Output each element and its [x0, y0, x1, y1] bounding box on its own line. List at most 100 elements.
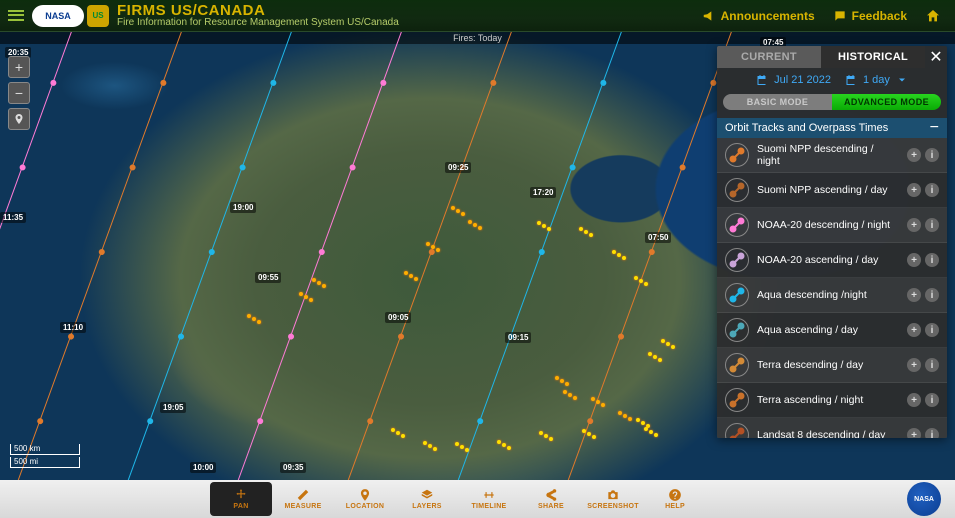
- fire-marker: [666, 342, 670, 346]
- fire-marker: [579, 227, 583, 231]
- title-block: FIRMS US/CANADA Fire Information for Res…: [117, 3, 399, 28]
- fire-marker: [473, 223, 477, 227]
- fire-marker: [391, 428, 395, 432]
- feedback-link[interactable]: Feedback: [833, 9, 907, 23]
- info-button[interactable]: i: [925, 183, 939, 197]
- tool-layers[interactable]: LAYERS: [396, 482, 458, 516]
- collapse-icon[interactable]: −: [930, 124, 939, 132]
- add-layer-button[interactable]: +: [907, 428, 921, 438]
- chevron-down-icon: [896, 74, 908, 86]
- tool-measure[interactable]: MEASURE: [272, 482, 334, 516]
- zoom-in-button[interactable]: +: [8, 56, 30, 78]
- sat-row[interactable]: Suomi NPP ascending / day + i: [717, 173, 947, 208]
- add-layer-button[interactable]: +: [907, 393, 921, 407]
- info-button[interactable]: i: [925, 358, 939, 372]
- fire-marker: [596, 400, 600, 404]
- date-picker[interactable]: Jul 21 2022: [756, 74, 831, 86]
- map-viewport[interactable]: Fires: Today 20:3511:3511:1019:0009:5519…: [0, 32, 955, 480]
- hamburger-menu-icon[interactable]: [6, 6, 26, 26]
- basic-mode-button[interactable]: BASIC MODE: [723, 94, 832, 110]
- add-layer-button[interactable]: +: [907, 218, 921, 232]
- fire-marker: [648, 352, 652, 356]
- sat-row[interactable]: Terra descending / day+i: [717, 348, 947, 383]
- fire-marker: [461, 212, 465, 216]
- info-button[interactable]: i: [925, 148, 939, 162]
- measure-icon: [296, 488, 310, 502]
- fire-marker: [628, 417, 632, 421]
- fire-marker: [644, 427, 648, 431]
- fire-marker: [661, 339, 665, 343]
- sat-label: NOAA-20 descending / night: [757, 219, 899, 231]
- fire-marker: [247, 314, 251, 318]
- add-layer-button[interactable]: +: [907, 323, 921, 337]
- sat-row[interactable]: NOAA-20 descending / night+i: [717, 208, 947, 243]
- info-button[interactable]: i: [925, 288, 939, 302]
- orbit-section-header[interactable]: Orbit Tracks and Overpass Times −: [717, 118, 947, 138]
- fire-marker: [587, 432, 591, 436]
- zoom-out-button[interactable]: −: [8, 82, 30, 104]
- fire-marker: [507, 446, 511, 450]
- tab-historical[interactable]: HISTORICAL: [821, 46, 925, 68]
- add-layer-button[interactable]: +: [907, 288, 921, 302]
- sat-label: Suomi NPP ascending / day: [757, 184, 899, 196]
- sat-actions: +i: [907, 323, 939, 337]
- fire-marker: [617, 253, 621, 257]
- fire-marker: [654, 433, 658, 437]
- fire-marker: [658, 358, 662, 362]
- info-button[interactable]: i: [925, 218, 939, 232]
- sat-actions: +i: [907, 218, 939, 232]
- mode-row: BASIC MODE ADVANCED MODE: [717, 92, 947, 118]
- tab-current[interactable]: CURRENT: [717, 46, 821, 68]
- fire-marker: [426, 242, 430, 246]
- sat-actions: +i: [907, 253, 939, 267]
- sat-row[interactable]: NOAA-20 ascending / day+i: [717, 243, 947, 278]
- pan-icon: [234, 488, 248, 502]
- overpass-time-label: 09:15: [505, 332, 531, 343]
- sat-label: Terra ascending / night: [757, 394, 899, 406]
- info-button[interactable]: i: [925, 393, 939, 407]
- tool-label: SCREENSHOT: [587, 503, 639, 510]
- sat-row[interactable]: Terra ascending / night + i: [717, 383, 947, 418]
- fire-marker: [304, 295, 308, 299]
- feedback-label: Feedback: [852, 9, 907, 23]
- add-layer-button[interactable]: +: [907, 253, 921, 267]
- info-button[interactable]: i: [925, 428, 939, 438]
- fires-status-bar: Fires: Today: [0, 32, 955, 44]
- sat-row[interactable]: Aqua ascending / day+i: [717, 313, 947, 348]
- sat-row[interactable]: Landsat 8 descending / day+i: [717, 418, 947, 438]
- info-button[interactable]: i: [925, 323, 939, 337]
- tool-pan[interactable]: PAN: [210, 482, 272, 516]
- tool-timeline[interactable]: TIMELINE: [458, 482, 520, 516]
- orbit-section-title: Orbit Tracks and Overpass Times: [725, 122, 888, 134]
- sat-row[interactable]: Suomi NPP descending / night+i: [717, 138, 947, 173]
- info-button[interactable]: i: [925, 253, 939, 267]
- home-button[interactable]: [925, 8, 941, 24]
- locate-button[interactable]: [8, 108, 30, 130]
- fire-marker: [404, 271, 408, 275]
- fire-marker: [634, 276, 638, 280]
- fire-marker: [591, 397, 595, 401]
- tool-share[interactable]: SHARE: [520, 482, 582, 516]
- fire-marker: [309, 298, 313, 302]
- satellite-list: Suomi NPP descending / night+iSuomi NPP …: [717, 138, 947, 438]
- add-layer-button[interactable]: +: [907, 148, 921, 162]
- sat-row[interactable]: Aqua descending /night+i: [717, 278, 947, 313]
- fire-marker: [312, 278, 316, 282]
- sat-actions: +i: [907, 288, 939, 302]
- overpass-time-label: 09:55: [255, 272, 281, 283]
- announcements-link[interactable]: Announcements: [702, 9, 815, 23]
- fire-marker: [497, 440, 501, 444]
- tool-location[interactable]: LOCATION: [334, 482, 396, 516]
- tool-help[interactable]: HELP: [644, 482, 706, 516]
- orbit-panel: CURRENT HISTORICAL ✕ Jul 21 2022 1 day B…: [717, 46, 947, 438]
- tool-label: HELP: [665, 503, 685, 510]
- panel-close-button[interactable]: ✕: [925, 46, 947, 68]
- bottom-toolbar: PANMEASURELOCATIONLAYERSTIMELINESHARE SCR…: [0, 480, 955, 518]
- advanced-mode-button[interactable]: ADVANCED MODE: [832, 94, 941, 110]
- fire-marker: [401, 434, 405, 438]
- tool-screenshot[interactable]: SCREENSHOT: [582, 482, 644, 516]
- app-subtitle: Fire Information for Resource Management…: [117, 18, 399, 28]
- add-layer-button[interactable]: +: [907, 358, 921, 372]
- add-layer-button[interactable]: +: [907, 183, 921, 197]
- range-picker[interactable]: 1 day: [845, 74, 908, 86]
